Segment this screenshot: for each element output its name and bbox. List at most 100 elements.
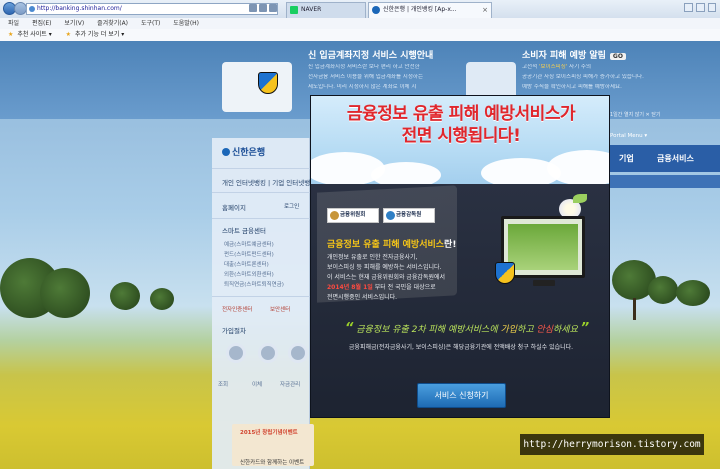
leaf-image (573, 194, 587, 203)
login-link[interactable]: 로그인 (284, 202, 299, 210)
globe-icon (29, 6, 35, 12)
favorites-bar: ★ 추천 사이트 ▾ ★ 추가 기능 더 보기 ▾ (0, 29, 720, 41)
slogan-hl2: 안심 (536, 325, 554, 335)
address-bar[interactable]: http://banking.shinhan.com/ (26, 3, 278, 15)
event-label: 2015년 창립기념이벤트 (240, 430, 298, 436)
banner-sub-highlight: '보이스피싱' (538, 64, 568, 70)
browser-chrome: http://banking.shinhan.com/ NAVER 신한은행 |… (0, 0, 720, 41)
banner-title: 신 입금계좌지정 서비스 시행안내 (308, 51, 434, 61)
monitor-screen (508, 224, 578, 270)
divider (212, 192, 310, 193)
guide-step[interactable]: 자금관리 (280, 380, 300, 388)
close-notice-options[interactable]: 1일간 열지 않기 ✕ 닫기 (610, 111, 661, 118)
apply-service-button[interactable]: 서비스 신청하기 (417, 383, 506, 408)
go-button[interactable]: GO (609, 53, 626, 60)
signup-guide[interactable]: 가입절차 (222, 325, 246, 335)
settings-gear-icon[interactable] (708, 3, 716, 12)
addon-star-icon: ★ (65, 31, 72, 38)
tree-image (648, 276, 678, 304)
transfer-circle-icon[interactable] (258, 343, 278, 363)
menu-favorites[interactable]: 즐겨찾기(A) (97, 20, 128, 27)
body-line: 부터 전 국민을 대상으로 (374, 284, 436, 291)
fss-badge: 금융감독원 (383, 208, 435, 223)
homepage-link[interactable]: 홈페이지 (222, 202, 246, 212)
shinhan-logo-icon (222, 148, 230, 156)
right-search-bar[interactable] (609, 175, 720, 188)
tree-image (110, 282, 140, 310)
popup-title-line2: 전면 시행됩니다! (401, 126, 521, 146)
event-sub: 신한카드와 함께하는 이벤트 (240, 460, 305, 466)
tab-naver[interactable]: NAVER (286, 2, 366, 18)
close-quote-icon: ” (580, 321, 590, 336)
banner-sub-suffix: 사기 주의 (567, 64, 592, 70)
home-icon[interactable] (684, 3, 693, 12)
smart-item[interactable]: 외환(스마트외환센터) (224, 270, 274, 278)
nav-corporate[interactable]: 기업 (619, 153, 634, 164)
body-line: 전면시행중인 서비스입니다. (327, 294, 398, 301)
fsc-seal-icon (330, 211, 339, 220)
tree-image (40, 268, 90, 318)
fss-seal-icon (386, 211, 395, 220)
menu-edit[interactable]: 편집(E) (32, 20, 52, 27)
search-icon[interactable] (249, 4, 257, 12)
popup-note: 금융피해금(전자금융사기, 보이스피싱)은 해당금융기관에 전액배상 청구 하실… (348, 344, 574, 351)
banner-text: 공공기관 사칭 보이스피싱 피해가 증가하고 있습니다. (522, 74, 644, 80)
menu-tools[interactable]: 도구(T) (141, 20, 160, 27)
banner-text: 예방 수칙을 확인하시고 피해를 예방하세요. (522, 84, 622, 90)
smart-item[interactable]: 펀드(스마트펀드센터) (224, 250, 274, 258)
shinhan-logo[interactable]: 신한은행 (222, 145, 265, 158)
right-nav: 기업 금융서비스 (609, 145, 720, 172)
divider (212, 218, 310, 219)
divider (212, 296, 310, 297)
site-sidebar: 신한은행 개인 인터넷뱅킹 | 기업 인터넷뱅킹 홈페이지 로그인 스마트 금융… (212, 138, 316, 469)
menu-file[interactable]: 파일 (8, 20, 19, 27)
smart-finance-center[interactable]: 스마트 금융센터 (222, 225, 266, 235)
security-center-link[interactable]: 보안센터 (270, 305, 290, 313)
smart-item[interactable]: 예금(스마트예금센터) (224, 240, 274, 248)
shield-v-icon (258, 72, 278, 94)
nav-financial-services[interactable]: 금융서비스 (657, 153, 694, 164)
body-line: 개인정보 유출로 인한 전자금융사기, (327, 254, 418, 261)
menu-view[interactable]: 보기(V) (64, 20, 84, 27)
fund-circle-icon[interactable] (288, 343, 308, 363)
menu-bar: 파일 편집(E) 보기(V) 즐겨찾기(A) 도구(T) 도움말(H) (0, 18, 720, 29)
naver-favicon-icon (290, 6, 298, 14)
tree-trunk (633, 298, 636, 320)
menu-help[interactable]: 도움말(H) (173, 20, 199, 27)
banking-type-nav[interactable]: 개인 인터넷뱅킹 | 기업 인터넷뱅킹 (222, 177, 316, 187)
cert-center-link[interactable]: 전자인증센터 (222, 305, 252, 313)
favorites-star-icon[interactable] (696, 3, 705, 12)
banner-title: 소비자 피해 예방 알림 (522, 51, 606, 61)
popup-slogan: “ 금융정보 유출 2차 피해 예방서비스에 가입하고 안심하세요 ” (345, 321, 589, 336)
inquiry-circle-icon[interactable] (226, 343, 246, 363)
tab-close-icon[interactable]: × (482, 3, 488, 17)
slogan-start: 금융정보 유출 2차 피해 예방서비스에 (356, 325, 501, 335)
tab-label: 신한은행 | 개인뱅킹 [Ap-x... (383, 6, 457, 13)
banner-text: 전자금융 서비스 이용을 위해 입금계좌를 지정하는 (308, 74, 424, 80)
fsc-badge: 금융위원회 (327, 208, 379, 223)
tree-image (150, 288, 174, 310)
shinhan-favicon-icon (372, 6, 380, 14)
divider (212, 168, 310, 169)
body-line: 이 서비스는 현재 금융위원회와 금융감독원에서 (327, 274, 446, 281)
smart-item[interactable]: 대출(스마트론센터) (224, 260, 269, 268)
close-load-icon[interactable] (269, 4, 277, 12)
tree-image (676, 280, 710, 306)
badge-label: 금융감독원 (396, 212, 422, 218)
fav-recommended-sites[interactable]: 추천 사이트 ▾ (17, 31, 51, 38)
banner-text: 제도입니다. 미리 지정하지 않은 계좌로 이체 시 (308, 84, 417, 90)
fav-more-addons[interactable]: 추가 기능 더 보기 ▾ (75, 31, 124, 38)
open-quote-icon: “ (345, 321, 354, 336)
popup-description: 개인정보 유출로 인한 전자금융사기, 보이스피싱 등 피해를 예방하는 서비스… (327, 253, 495, 303)
guide-step[interactable]: 이체 (252, 380, 262, 388)
body-line: 보이스피싱 등 피해를 예방하는 서비스입니다. (327, 264, 442, 271)
security-shield-icon (495, 262, 515, 284)
smart-item[interactable]: 퇴직연금(스마트퇴직연금) (224, 280, 284, 288)
portal-menu[interactable]: Portal Menu ▾ (610, 133, 647, 139)
blog-watermark: http://herrymorison.tistory.com (520, 434, 704, 455)
tab-shinhan[interactable]: 신한은행 | 개인뱅킹 [Ap-x... × (368, 2, 492, 18)
tab-label: NAVER (301, 6, 322, 13)
refresh-icon[interactable] (259, 4, 267, 12)
guide-step[interactable]: 조회 (218, 380, 228, 388)
tab-row: http://banking.shinhan.com/ NAVER 신한은행 |… (0, 0, 720, 18)
